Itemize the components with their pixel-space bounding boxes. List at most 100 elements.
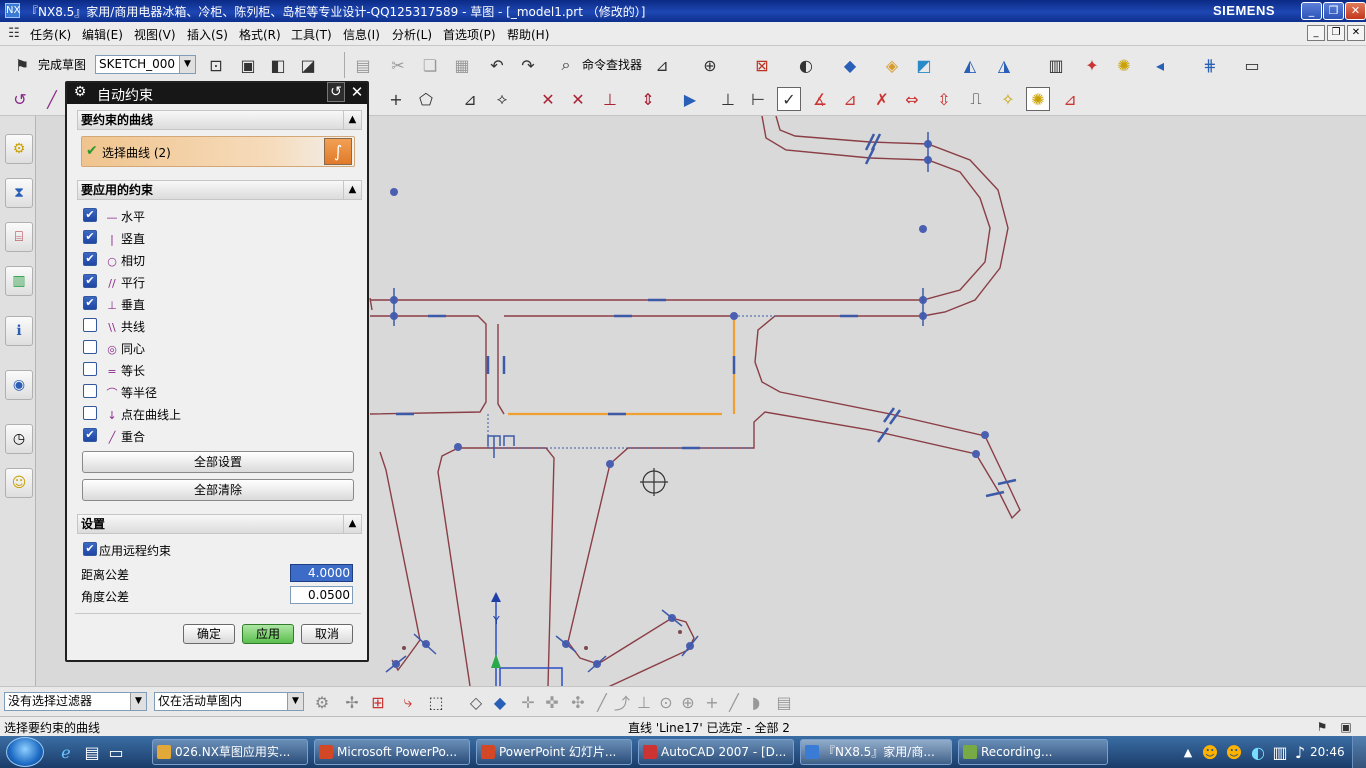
- section-header-curves[interactable]: 要约束的曲线 ▲: [77, 110, 362, 130]
- cancel-button[interactable]: 取消: [301, 624, 353, 644]
- minimize-button[interactable]: _: [1301, 2, 1322, 20]
- select-bodies-icon[interactable]: ◇: [464, 690, 488, 714]
- snap-quadrant-icon[interactable]: ⊙: [654, 690, 678, 714]
- dialog-close-button[interactable]: ✕: [347, 82, 367, 102]
- doc-close-button[interactable]: ✕: [1347, 25, 1365, 41]
- reset-icon[interactable]: ↺: [327, 82, 345, 102]
- taskbar-item[interactable]: PowerPoint 幻灯片...: [476, 739, 632, 765]
- layer-icon[interactable]: ◩: [912, 53, 936, 77]
- paste-icon[interactable]: ▦: [450, 53, 474, 77]
- remove-constraints-icon[interactable]: ✗: [870, 87, 894, 111]
- analysis-icon[interactable]: ✺: [1112, 53, 1136, 77]
- command-finder-button[interactable]: 命令查找器: [582, 56, 642, 73]
- desktop-icon[interactable]: ▭: [104, 740, 128, 764]
- distance-tolerance-input[interactable]: 4.0000: [290, 564, 353, 582]
- taskbar-item[interactable]: Microsoft PowerPo...: [314, 739, 470, 765]
- checkbox[interactable]: ✔: [83, 274, 97, 288]
- auto-constraint-icon[interactable]: ✓: [777, 87, 801, 111]
- quick-extend-icon[interactable]: ✕: [566, 87, 590, 111]
- menu-tools[interactable]: 工具(T): [291, 26, 332, 43]
- line-icon[interactable]: ╱: [40, 87, 64, 111]
- show-constraints-icon[interactable]: ∡: [808, 87, 832, 111]
- reattach-icon[interactable]: ▣: [236, 53, 260, 77]
- inferred-constraints-icon[interactable]: ⎍: [964, 87, 988, 111]
- snap-mid-icon[interactable]: ✜: [540, 690, 564, 714]
- measure-icon[interactable]: ✦: [1080, 53, 1104, 77]
- doc-restore-button[interactable]: ❐: [1327, 25, 1345, 41]
- snap-end-icon[interactable]: ✛: [516, 690, 540, 714]
- chevron-down-icon[interactable]: ▼: [179, 56, 195, 73]
- constraint-option-tangent[interactable]: ✔ ○ 相切: [67, 252, 367, 272]
- clock-icon[interactable]: ◷: [5, 424, 33, 454]
- section-header-settings[interactable]: 设置 ▲: [77, 514, 362, 534]
- snap-face-icon[interactable]: ◗: [744, 690, 768, 714]
- model-view-icon[interactable]: ◧: [266, 53, 290, 77]
- snap-point-icon[interactable]: ✢: [340, 690, 364, 714]
- tray-app-icon[interactable]: ◐: [1246, 740, 1270, 764]
- alternate-solution-icon[interactable]: ⇳: [932, 87, 956, 111]
- snap-view-icon[interactable]: ◮: [992, 53, 1016, 77]
- snap-arc-icon[interactable]: ⤴: [610, 690, 634, 714]
- qq-icon[interactable]: ☻: [1198, 740, 1222, 764]
- point-icon[interactable]: +: [384, 87, 408, 111]
- redo-icon[interactable]: ↷: [516, 53, 540, 77]
- constraint-option-concentric[interactable]: ◎ 同心: [67, 340, 367, 360]
- apply-button[interactable]: 应用: [242, 624, 294, 644]
- web-browser-icon[interactable]: ℹ: [5, 316, 33, 346]
- taskbar-item[interactable]: AutoCAD 2007 - [D...: [638, 739, 794, 765]
- checkbox[interactable]: [83, 406, 97, 420]
- clear-all-button[interactable]: 全部清除: [82, 479, 354, 501]
- menu-help[interactable]: 帮助(H): [507, 26, 549, 43]
- collapse-icon[interactable]: ▲: [343, 111, 361, 129]
- menu-format[interactable]: 格式(R): [239, 26, 281, 43]
- checkbox[interactable]: [83, 362, 97, 376]
- constraint-option-parallel[interactable]: ✔ // 平行: [67, 274, 367, 294]
- checkbox[interactable]: ✔: [83, 428, 97, 442]
- collapse-icon[interactable]: ▲: [343, 515, 361, 533]
- polygon-icon[interactable]: ⬠: [414, 87, 438, 111]
- show-desktop-button[interactable]: [1352, 736, 1366, 768]
- curve-select-icon[interactable]: ∫: [324, 138, 352, 165]
- snap-control-icon[interactable]: ✣: [566, 690, 590, 714]
- volume-icon[interactable]: ♪: [1288, 740, 1312, 764]
- dimension-icon[interactable]: ▭: [1240, 53, 1264, 77]
- section-header-constraints[interactable]: 要应用的约束 ▲: [77, 180, 362, 200]
- undo-icon[interactable]: ↶: [485, 53, 509, 77]
- select-curve-row[interactable]: ✔ 选择曲线 (2) ∫: [81, 136, 355, 167]
- select-faces-icon[interactable]: ◆: [488, 690, 512, 714]
- continuous-auto-icon[interactable]: ⊿: [1058, 87, 1082, 111]
- menu-analysis[interactable]: 分析(L): [392, 26, 432, 43]
- constraint-option-point-on-curve[interactable]: ↓ 点在曲线上: [67, 406, 367, 426]
- constraint-option-vertical[interactable]: ✔ | 竖直: [67, 230, 367, 250]
- part-navigator-icon[interactable]: ⌸: [5, 222, 33, 252]
- render-style-icon[interactable]: ◐: [794, 53, 818, 77]
- checkbox[interactable]: ✔: [83, 230, 97, 244]
- constraint-option-horizontal[interactable]: ✔ — 水平: [67, 208, 367, 228]
- sketch-orient-icon[interactable]: ⊡: [204, 53, 228, 77]
- apply-remote-option[interactable]: ✔ 应用远程约束: [67, 542, 367, 562]
- snap-line-icon[interactable]: ╱: [722, 690, 746, 714]
- command-finder-icon[interactable]: ⌕: [554, 53, 578, 77]
- constraint-option-equal-length[interactable]: = 等长: [67, 362, 367, 382]
- cut-icon[interactable]: ✂: [386, 53, 410, 77]
- fit-view-icon[interactable]: ⊠: [750, 53, 774, 77]
- menu-edit[interactable]: 编辑(E): [82, 26, 123, 43]
- tray-expand-icon[interactable]: ▲: [1176, 740, 1200, 764]
- project-icon[interactable]: ▶: [678, 87, 702, 111]
- convert-reference-icon[interactable]: ⇔: [900, 87, 924, 111]
- menu-info[interactable]: 信息(I): [343, 26, 380, 43]
- explorer-icon[interactable]: ▤: [80, 740, 104, 764]
- maximize-button[interactable]: ❐: [1323, 2, 1344, 20]
- shaded-cube-icon[interactable]: ◆: [838, 53, 862, 77]
- update-model-icon[interactable]: ◪: [296, 53, 320, 77]
- snap-point-on-curve-icon[interactable]: ⊕: [676, 690, 700, 714]
- quick-trim-icon[interactable]: ✕: [536, 87, 560, 111]
- mirror-icon[interactable]: ⇕: [636, 87, 660, 111]
- selection-intent-icon[interactable]: ⊞: [366, 690, 390, 714]
- make-corner-icon[interactable]: ⊥: [598, 87, 622, 111]
- sketch-name-select[interactable]: SKETCH_000 ▼: [95, 55, 196, 74]
- roles-icon[interactable]: ☺: [5, 468, 33, 498]
- animate-icon[interactable]: ⊿: [838, 87, 862, 111]
- finish-sketch-button[interactable]: 完成草图: [38, 56, 86, 73]
- constraint-option-equal-radius[interactable]: ⌒ 等半径: [67, 384, 367, 404]
